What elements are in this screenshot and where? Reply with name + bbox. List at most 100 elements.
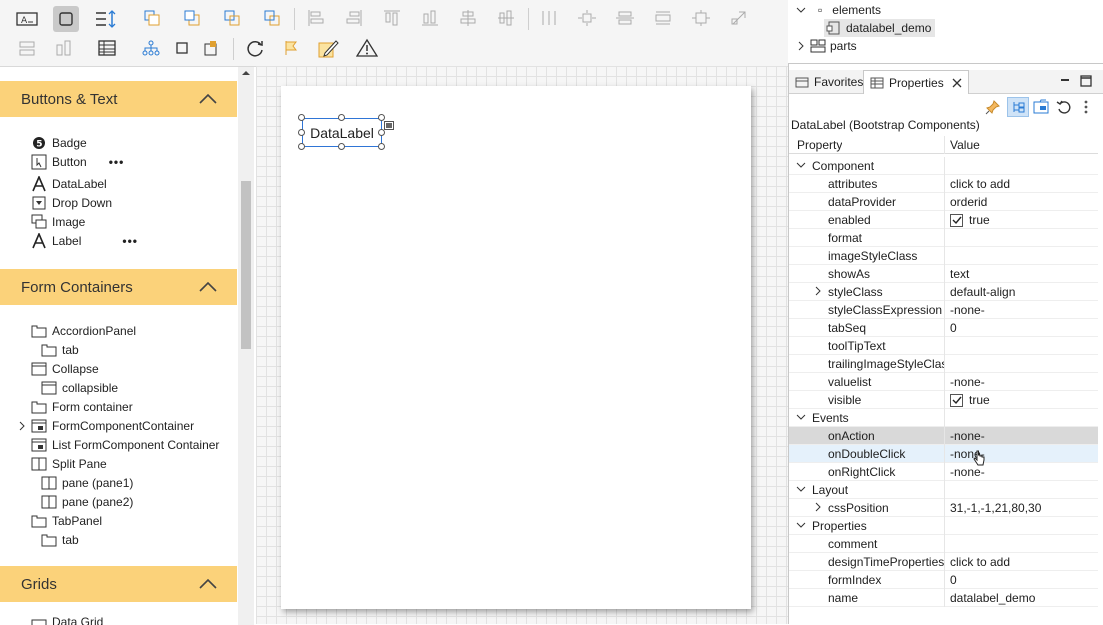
property-category-row[interactable]: Layout [789, 481, 1098, 499]
hierarchy-icon[interactable] [138, 35, 164, 61]
resize-handle[interactable] [338, 143, 345, 150]
form-lock-icon[interactable] [198, 35, 224, 61]
chevron-right-icon[interactable] [18, 421, 31, 431]
frame-icon[interactable] [169, 35, 195, 61]
palette-section-grids[interactable]: Grids [0, 566, 237, 602]
chevron-down-icon[interactable] [796, 5, 806, 15]
property-row[interactable]: tabSeq 0 [789, 319, 1098, 337]
palette-item-list-formcomponent-container[interactable]: List FormComponent Container [31, 435, 219, 454]
resize-handle[interactable] [338, 114, 345, 121]
tree-node-elements[interactable]: ▫ elements [796, 1, 881, 19]
property-row[interactable]: formIndex 0 [789, 571, 1098, 589]
maximize-icon[interactable] [1080, 75, 1092, 87]
align-right-icon[interactable] [341, 5, 367, 31]
show-categories-button[interactable] [1007, 97, 1029, 117]
refresh-icon[interactable] [242, 35, 268, 61]
property-value[interactable]: text [950, 267, 969, 281]
resize-handle[interactable] [378, 129, 385, 136]
advanced-properties-icon[interactable] [1033, 99, 1051, 115]
same-width-icon[interactable] [650, 5, 676, 31]
distribute-width-icon[interactable] [612, 5, 638, 31]
warning-icon[interactable] [354, 35, 380, 61]
palette-item-split-pane[interactable]: Split Pane [31, 454, 107, 473]
chevron-down-icon[interactable] [796, 520, 806, 530]
chevron-down-icon[interactable] [796, 484, 806, 494]
palette-item-collapse[interactable]: Collapse [31, 359, 99, 378]
property-value[interactable]: true [950, 213, 990, 227]
minimize-icon[interactable] [1059, 76, 1071, 88]
palette-item-accordionpanel[interactable]: AccordionPanel [31, 321, 136, 340]
property-row[interactable]: onRightClick -none- [789, 463, 1098, 481]
edit-pencil-icon[interactable] [315, 35, 341, 61]
property-value[interactable]: 31,-1,-1,21,80,30 [950, 501, 1041, 515]
property-value[interactable]: 0 [950, 573, 957, 587]
resize-handle[interactable] [298, 143, 305, 150]
palette-item-pane1[interactable]: pane (pane1) [41, 473, 133, 492]
resize-handle[interactable] [298, 129, 305, 136]
resize-handle[interactable] [378, 143, 385, 150]
align-left-icon[interactable] [303, 5, 329, 31]
property-row[interactable]: onAction -none- [789, 427, 1098, 445]
property-value[interactable]: true [950, 393, 990, 407]
property-row[interactable]: name datalabel_demo [789, 589, 1098, 607]
align-middle-icon[interactable] [493, 5, 519, 31]
same-height-icon[interactable] [688, 5, 714, 31]
chevron-right-icon[interactable] [796, 41, 806, 51]
palette-item-formcomponentcontainer[interactable]: FormComponentContainer [18, 416, 194, 435]
align-center-icon[interactable] [455, 5, 481, 31]
chevron-down-icon[interactable] [796, 160, 806, 170]
form-design-surface[interactable] [281, 86, 751, 609]
property-row[interactable]: dataProvider orderid [789, 193, 1098, 211]
palette-item-collapsible[interactable]: collapsible [41, 378, 118, 397]
distribute-horizontal-icon[interactable] [536, 5, 562, 31]
tree-node-parts[interactable]: parts [796, 37, 857, 55]
table-view-icon[interactable] [94, 35, 120, 61]
tab-properties[interactable]: Properties [863, 70, 969, 94]
anchor-layout-icon[interactable] [93, 6, 119, 32]
close-icon[interactable] [952, 78, 962, 88]
property-category-row[interactable]: Properties [789, 517, 1098, 535]
distribute-spacing-icon[interactable] [574, 5, 600, 31]
palette-item-dropdown[interactable]: Drop Down [31, 193, 112, 212]
resize-icon[interactable] [726, 5, 752, 31]
align-top-icon[interactable] [379, 5, 405, 31]
resize-handle[interactable] [378, 114, 385, 121]
property-row[interactable]: styleClass default-align [789, 283, 1098, 301]
tab-favorites[interactable]: Favorites [789, 70, 869, 94]
property-row[interactable]: showAs text [789, 265, 1098, 283]
send-backward-icon[interactable] [179, 5, 205, 31]
property-value[interactable]: -none- [950, 375, 985, 389]
tree-node-datalabel-demo[interactable]: datalabel_demo [824, 19, 936, 37]
property-row[interactable]: attributes click to add [789, 175, 1098, 193]
property-row[interactable]: designTimeProperties click to add [789, 553, 1098, 571]
group-icon[interactable] [14, 35, 40, 61]
property-category-row[interactable]: Events [789, 409, 1098, 427]
bring-to-front-icon[interactable] [219, 5, 245, 31]
palette-item-label[interactable]: Label ••• [31, 231, 138, 250]
palette-item-datalabel[interactable]: DataLabel [31, 174, 107, 193]
property-row[interactable]: visible true [789, 391, 1098, 409]
property-value[interactable]: click to add [950, 177, 1010, 191]
palette-item-image[interactable]: Image [31, 212, 85, 231]
select-mode-icon[interactable] [53, 6, 79, 32]
ungroup-icon[interactable] [51, 35, 77, 61]
align-bottom-icon[interactable] [417, 5, 443, 31]
property-value[interactable]: click to add [950, 555, 1010, 569]
property-value[interactable]: -none- [950, 303, 985, 317]
palette-item-pane2[interactable]: pane (pane2) [41, 492, 133, 511]
chevron-right-icon[interactable] [813, 502, 823, 512]
palette-item-tabpanel[interactable]: TabPanel [31, 511, 102, 530]
property-row[interactable]: onDoubleClick -none- [789, 445, 1098, 463]
checkbox-checked-icon[interactable] [950, 393, 963, 407]
view-menu-icon[interactable] [1082, 99, 1090, 115]
property-row[interactable]: imageStyleClass [789, 247, 1098, 265]
palette-section-buttons-text[interactable]: Buttons & Text [0, 81, 237, 117]
property-row[interactable]: enabled true [789, 211, 1098, 229]
flag-icon[interactable] [279, 35, 305, 61]
text-field-tool-icon[interactable]: A [14, 6, 40, 32]
palette-item-form-container[interactable]: Form container [31, 397, 133, 416]
chevron-right-icon[interactable] [813, 286, 823, 296]
property-value[interactable]: orderid [950, 195, 987, 209]
palette-scrollbar-thumb[interactable] [241, 181, 251, 349]
property-row[interactable]: comment [789, 535, 1098, 553]
